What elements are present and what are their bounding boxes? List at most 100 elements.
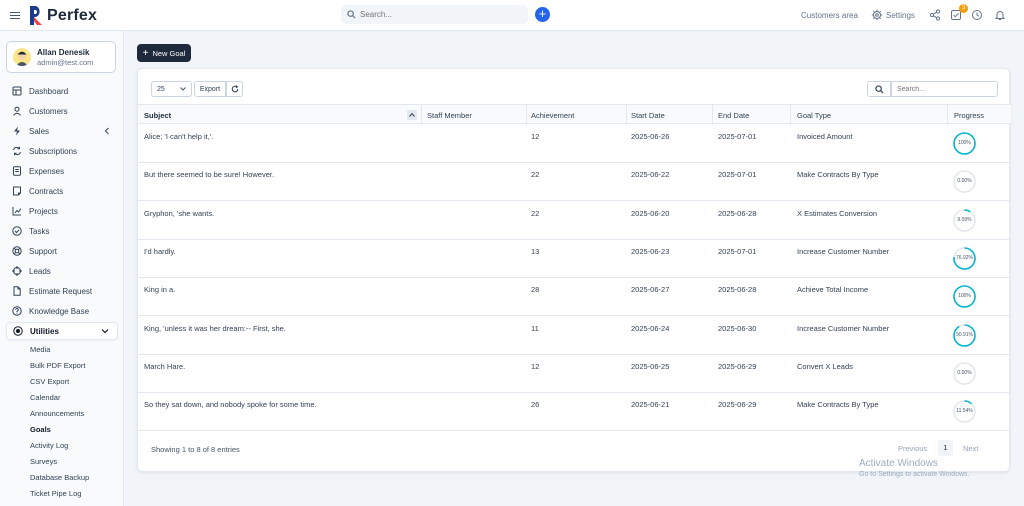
sort-asc-icon[interactable] [407, 110, 417, 120]
next-page-button[interactable]: Next [963, 444, 978, 453]
lifebuoy-icon [12, 246, 22, 256]
previous-page-button[interactable]: Previous [898, 444, 927, 453]
quick-create-button[interactable]: + [535, 7, 550, 22]
sidebar-sub-bulk-pdf-export[interactable]: Bulk PDF Export [30, 361, 85, 370]
global-search[interactable] [341, 5, 528, 24]
target-icon [12, 266, 22, 276]
sidebar-sub-announcements[interactable]: Announcements [30, 409, 84, 418]
sidebar: Allan Denesik admin@test.com Dashboard C… [0, 31, 124, 506]
sidebar-sub-database-backup[interactable]: Database Backup [30, 473, 89, 482]
file-icon [13, 286, 21, 296]
cell-start-date: 2025-06-25 [631, 361, 670, 371]
sidebar-item-subscriptions[interactable]: Subscriptions [6, 142, 118, 160]
table-search-field[interactable] [897, 85, 992, 93]
table-row[interactable]: But there seemed to be sure! However. 22 2… [138, 163, 1011, 202]
progress-ring: 0.00% [952, 169, 977, 194]
cell-start-date: 2025-06-23 [631, 246, 670, 256]
cell-start-date: 2025-06-24 [631, 323, 670, 333]
top-bar: Perfex + Customers area Settings 3 [0, 0, 1024, 31]
table-row[interactable]: I'd hardly. 13 2025-06-23 2025-07-01 Increas… [138, 240, 1011, 278]
col-start-date[interactable]: Start Date [631, 111, 665, 120]
bell-icon[interactable] [994, 9, 1006, 21]
user-icon [13, 106, 21, 116]
reload-button[interactable] [226, 81, 243, 97]
col-end-date[interactable]: End Date [718, 111, 749, 120]
cell-end-date: 2025-06-28 [718, 208, 757, 218]
sidebar-item-knowledge-base[interactable]: Knowledge Base [6, 302, 118, 320]
tasks-badge: 3 [959, 4, 968, 13]
sidebar-item-utilities[interactable]: Utilities [6, 322, 118, 340]
menu-icon[interactable] [10, 10, 20, 20]
cell-subject: Gryphon, 'she wants. [144, 208, 215, 218]
cell-goal-type: Achieve Total Income [797, 285, 869, 295]
cell-end-date: 2025-07-01 [718, 132, 757, 141]
customers-area-link[interactable]: Customers area [801, 11, 858, 20]
cell-achievement: 22 [531, 170, 540, 180]
col-staff-member[interactable]: Staff Member [427, 111, 472, 120]
progress-ring: 0.00% [952, 361, 977, 386]
col-subject[interactable]: Subject [144, 111, 171, 120]
sidebar-item-dashboard[interactable]: Dashboard [6, 82, 118, 100]
sidebar-sub-media[interactable]: Media [30, 345, 50, 354]
sidebar-item-sales[interactable]: Sales [6, 122, 118, 140]
new-goal-button[interactable]: + New Goal [137, 44, 191, 62]
avatar [13, 48, 31, 66]
cell-subject: King in a. [144, 285, 176, 295]
progress-label: 100% [958, 140, 971, 146]
sidebar-item-contracts[interactable]: Contracts [6, 182, 118, 200]
col-progress[interactable]: Progress [954, 111, 984, 120]
sidebar-item-customers[interactable]: Customers [6, 102, 118, 120]
gear-icon[interactable] [871, 9, 883, 21]
question-icon [12, 306, 22, 316]
cell-subject: I'd hardly. [144, 246, 176, 256]
settings-link[interactable]: Settings [886, 11, 915, 20]
table-row[interactable]: King, 'unless it was her dream:-- First,… [138, 317, 1011, 355]
cell-achievement: 12 [531, 132, 540, 141]
sidebar-item-support[interactable]: Support [6, 242, 118, 260]
cell-end-date: 2025-06-28 [718, 285, 757, 295]
table-search-button[interactable] [867, 81, 891, 97]
table-row[interactable]: March Hare. 12 2025-06-25 2025-06-29 Convert… [138, 355, 1011, 393]
col-achievement[interactable]: Achievement [531, 111, 574, 120]
user-name: Allan Denesik [37, 48, 90, 57]
sidebar-sub-activity-log[interactable]: Activity Log [30, 441, 68, 450]
goals-panel: 25 Export Subject Staff Member Achieveme… [137, 68, 1011, 472]
sidebar-sub-csv-export[interactable]: CSV Export [30, 377, 69, 386]
sidebar-sub-ticket-pipe-log[interactable]: Ticket Pipe Log [30, 489, 81, 498]
table-info: Showing 1 to 8 of 8 entries [151, 445, 240, 454]
logo-mark-icon [30, 6, 43, 25]
col-goal-type[interactable]: Goal Type [797, 111, 831, 120]
sidebar-item-expenses[interactable]: Expenses [6, 162, 118, 180]
sidebar-item-leads[interactable]: Leads [6, 262, 118, 280]
page-1-button[interactable]: 1 [938, 440, 953, 456]
export-button[interactable]: Export [194, 81, 226, 97]
cell-subject: King, 'unless it was her dream:-- First,… [144, 323, 286, 333]
progress-ring: 90.91% [952, 323, 977, 348]
table-row[interactable]: Alice; 'I can't help it,'. 12 2025-06-26 20… [138, 125, 1011, 163]
page-size-select[interactable]: 25 [151, 81, 192, 97]
search-icon [874, 84, 884, 94]
global-search-input[interactable] [360, 10, 520, 19]
cell-goal-type: Increase Customer Number [797, 323, 890, 333]
cell-start-date: 2025-06-26 [631, 132, 670, 141]
sidebar-sub-calendar[interactable]: Calendar [30, 393, 60, 402]
clock-icon[interactable] [971, 9, 983, 21]
table-row[interactable]: Gryphon, 'she wants. 22 2025-06-20 2025-06-… [138, 202, 1011, 240]
table-search-input[interactable] [891, 81, 998, 97]
share-icon[interactable] [929, 9, 941, 21]
cell-achievement: 12 [531, 361, 540, 371]
refresh-icon [13, 146, 21, 156]
sidebar-sub-goals[interactable]: Goals [30, 425, 51, 434]
cell-end-date: 2025-07-01 [718, 246, 757, 256]
sidebar-item-estimate-request[interactable]: Estimate Request [6, 282, 118, 300]
document-icon [13, 186, 21, 196]
user-card[interactable]: Allan Denesik admin@test.com [6, 41, 116, 73]
sidebar-sub-surveys[interactable]: Surveys [30, 457, 57, 466]
sidebar-item-tasks[interactable]: Tasks [6, 222, 118, 240]
table-row[interactable]: King in a. 28 2025-06-27 2025-06-28 Achieve … [138, 278, 1011, 317]
logo[interactable]: Perfex [30, 6, 97, 25]
sidebar-item-projects[interactable]: Projects [6, 202, 118, 220]
progress-label: 0.00% [957, 369, 972, 376]
progress-ring: 9.09% [952, 208, 977, 233]
table-row[interactable]: So they sat down, and nobody spoke for s… [138, 393, 1011, 432]
